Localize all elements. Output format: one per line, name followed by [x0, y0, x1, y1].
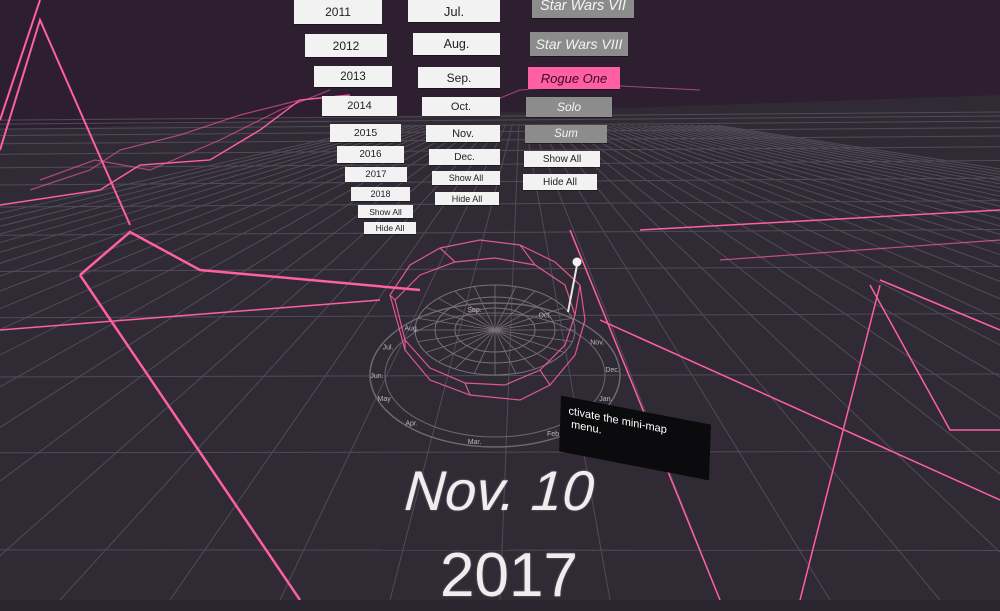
dial-month-label: Jul. [383, 345, 394, 352]
month-button-3[interactable]: Oct. [422, 97, 500, 116]
year-button-2014[interactable]: 2014 [322, 96, 397, 116]
dial-month-label: Jan. [599, 396, 612, 403]
years-show-all-button[interactable]: Show All [358, 205, 413, 218]
movie-button-4[interactable]: Sum [525, 125, 607, 143]
dial-month-label: Mar. [468, 439, 482, 446]
years-hide-all-button[interactable]: Hide All [364, 222, 416, 234]
month-button-1[interactable]: Aug. [413, 33, 500, 55]
dial-month-label: Jun. [370, 373, 383, 380]
movies-show-all-button[interactable]: Show All [524, 151, 600, 167]
movie-button-1[interactable]: Star Wars VIII [530, 32, 628, 56]
dial-month-label: Sep. [467, 307, 481, 314]
year-button-2015[interactable]: 2015 [330, 124, 401, 142]
months-hide-all-button[interactable]: Hide All [435, 192, 499, 205]
dial-month-label: May [377, 396, 391, 403]
year-button-2017[interactable]: 2017 [345, 167, 407, 182]
months-show-all-button[interactable]: Show All [432, 171, 500, 185]
month-button-2[interactable]: Sep. [418, 67, 500, 88]
dial-month-label: Nov. [590, 340, 604, 347]
dial-month-label: Aug. [404, 326, 418, 333]
year-button-2016[interactable]: 2016 [337, 146, 404, 163]
movie-button-0[interactable]: Star Wars VII [532, 0, 634, 18]
movies-hide-all-button[interactable]: Hide All [523, 174, 597, 190]
movie-button-3[interactable]: Solo [526, 97, 612, 117]
movie-button-2[interactable]: Rogue One [528, 67, 620, 89]
dial-month-label: Dec. [605, 367, 619, 374]
year-button-2011[interactable]: 2011 [294, 0, 382, 24]
dial-month-label: Apr. [405, 420, 418, 427]
month-button-5[interactable]: Dec. [429, 149, 500, 165]
year-button-2018[interactable]: 2018 [351, 187, 410, 201]
year-button-2013[interactable]: 2013 [314, 66, 392, 87]
month-button-0[interactable]: Jul. [408, 0, 500, 22]
pointer-knob[interactable] [572, 257, 582, 267]
month-button-4[interactable]: Nov. [426, 125, 500, 142]
year-button-2012[interactable]: 2012 [305, 34, 387, 57]
dial-month-label: Oct. [538, 312, 551, 319]
date-day: Nov. 10 [402, 459, 597, 522]
date-year: 2017 [440, 541, 578, 610]
